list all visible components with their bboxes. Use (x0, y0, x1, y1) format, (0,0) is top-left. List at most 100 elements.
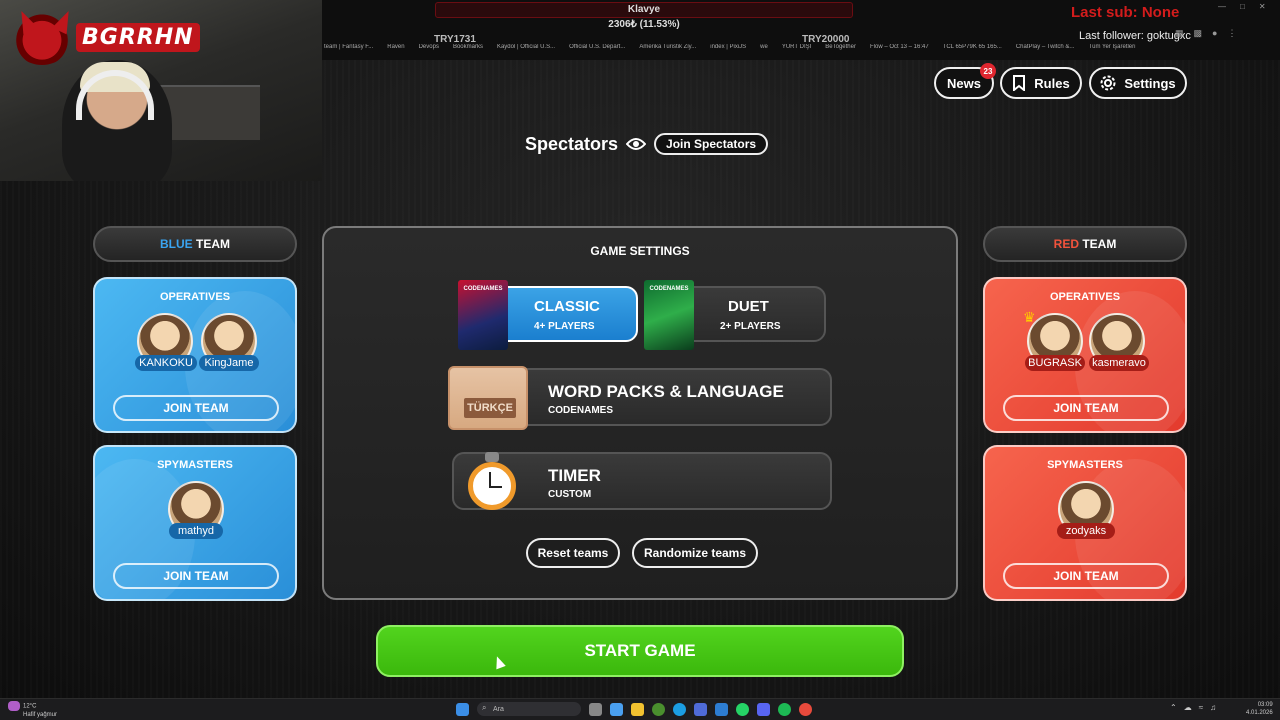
rules-label: Rules (1034, 75, 1070, 91)
file-explorer-icon[interactable] (631, 702, 644, 716)
maximize-icon[interactable]: □ (1240, 2, 1245, 11)
bookmarks-bar: team | Fantasy F... Raven Devops Bookmar… (322, 44, 1280, 56)
bookmark-item[interactable]: ChatPlay – Twitch &... (1016, 44, 1075, 56)
rules-button[interactable]: Rules (1000, 67, 1082, 99)
bookmark-item[interactable]: Raven (387, 44, 404, 56)
bookmark-item[interactable]: Flow – Oct 13 – 16:47 (870, 44, 929, 56)
bookmark-item[interactable]: Bookmarks (453, 44, 483, 56)
bookmark-item[interactable]: index | PixiJS (710, 44, 746, 56)
task-view-icon[interactable] (589, 702, 602, 716)
bookmark-item[interactable]: Devops (419, 44, 439, 56)
menu-icon[interactable]: ⋮ (1227, 28, 1236, 39)
close-icon[interactable]: ✕ (1259, 2, 1266, 11)
red-operative-name: BUGRASK (1025, 355, 1085, 371)
randomize-teams-button[interactable]: Randomize teams (632, 538, 758, 568)
start-game-button[interactable]: START GAME (376, 625, 904, 677)
profile-icon[interactable]: ● (1212, 28, 1217, 39)
volume-icon[interactable]: ♫ (1210, 703, 1216, 712)
bookmark-item[interactable]: team | Fantasy F... (324, 44, 373, 56)
join-spectators-button[interactable]: Join Spectators (654, 133, 769, 155)
blue-operatives-join-button[interactable]: JOIN TEAM (113, 395, 279, 421)
spotify-icon[interactable] (778, 702, 791, 716)
blue-spymasters-join-button[interactable]: JOIN TEAM (113, 563, 279, 589)
puzzle-icon[interactable]: ▩ (1194, 28, 1203, 39)
bookmark-item[interactable]: we (760, 44, 768, 56)
mail-icon[interactable] (715, 702, 728, 716)
chevron-up-icon[interactable]: ⌃ (1170, 703, 1177, 712)
channel-logo-text: BGRRHN (76, 23, 200, 52)
clock-date: 4.01.2026 (1246, 710, 1273, 716)
taskbar-search[interactable]: Ara (477, 702, 581, 716)
reset-teams-button[interactable]: Reset teams (526, 538, 620, 568)
language-crate-icon: TÜRKÇE (448, 366, 528, 430)
weather-temp: 12°C (23, 703, 37, 710)
bookmark-item[interactable]: Amerika Turistik Ziy... (639, 44, 696, 56)
game-settings-panel: GAME SETTINGS CLASSIC 4+ PLAYERS CODENAM… (322, 226, 958, 600)
windows-taskbar: 12°C Hafif yağmur Ara ⌃ ☁ ≈ ♫ 03:09 4.01… (0, 698, 1280, 720)
red-operatives-join-button[interactable]: JOIN TEAM (1003, 395, 1169, 421)
red-operative-name: kasmeravo (1089, 355, 1149, 371)
bookmark-item[interactable]: YURT DIŞI (782, 44, 811, 56)
chrome-icon[interactable] (652, 702, 665, 716)
stopwatch-icon (466, 452, 518, 510)
duet-box-label: CODENAMES (649, 286, 689, 292)
blue-spymasters-card: SPYMASTERS mathyd JOIN TEAM (93, 445, 297, 601)
word-packs-button[interactable]: TÜRKÇE WORD PACKS & LANGUAGE CODENAMES (448, 366, 832, 430)
eye-icon (626, 138, 647, 150)
obs-icon[interactable] (799, 702, 812, 716)
system-tray: ⌃ ☁ ≈ ♫ (1170, 703, 1216, 712)
clock-time: 03:09 (1257, 702, 1273, 708)
taskbar-apps: Ara (456, 702, 812, 716)
bookmark-item[interactable]: Official U.S. Depart... (569, 44, 625, 56)
red-operatives-title: OPERATIVES (1049, 291, 1121, 303)
duet-mode-name: DUET (728, 298, 769, 315)
red-team-color-word: RED (1053, 237, 1079, 251)
bookmark-item[interactable]: TCL 65P79K 65 165... (943, 44, 1002, 56)
browser-extensions: ▦ ▩ ● ⋮ (1175, 28, 1236, 39)
minimize-icon[interactable]: — (1218, 2, 1226, 11)
weather-icon (8, 701, 20, 711)
settings-button[interactable]: Settings (1089, 67, 1187, 99)
copilot-icon[interactable] (610, 702, 623, 716)
weather-widget[interactable]: 12°C Hafif yağmur (8, 701, 57, 719)
blue-spymaster-name: mathyd (169, 523, 223, 539)
timer-button[interactable]: TIMER CUSTOM (452, 452, 832, 510)
whatsapp-icon[interactable] (736, 702, 749, 716)
red-operatives-card: OPERATIVES ♛ BUGRASK kasmeravo JOIN TEAM (983, 277, 1187, 433)
weather-desc: Hafif yağmur (23, 712, 58, 718)
timer-title: TIMER (548, 466, 601, 485)
goal-amount: 2306₺ (11.53%) (608, 19, 680, 30)
spectators-label: Spectators (525, 133, 619, 154)
system-clock[interactable]: 03:09 4.01.2026 (1246, 701, 1273, 717)
wifi-icon[interactable]: ≈ (1199, 703, 1203, 712)
edge-icon[interactable] (673, 702, 686, 716)
duet-mode-players: 2+ PLAYERS (720, 321, 781, 332)
red-spymaster-name: zodyaks (1057, 523, 1115, 539)
blue-team-word: TEAM (196, 237, 230, 251)
language-label: TÜRKÇE (464, 398, 516, 418)
classic-mode-players: 4+ PLAYERS (534, 321, 595, 332)
windows-start-icon[interactable] (456, 702, 469, 716)
classic-box-art: CODENAMES (458, 280, 508, 350)
bookmark-item[interactable]: Tüm Yer İşaretleri (1088, 44, 1135, 56)
store-icon[interactable] (694, 702, 707, 716)
red-spymasters-join-button[interactable]: JOIN TEAM (1003, 563, 1169, 589)
last-sub-label: Last sub: None (1071, 4, 1180, 21)
word-packs-title: WORD PACKS & LANGUAGE (548, 382, 784, 401)
red-team-word: TEAM (1082, 237, 1117, 251)
window-controls: — □ ✕ (1218, 2, 1266, 11)
discord-icon[interactable] (757, 702, 770, 716)
bookmark-item[interactable]: BeTogether (825, 44, 856, 56)
spectators-section: Spectators Join Spectators (525, 133, 769, 155)
extension-icon[interactable]: ▦ (1175, 28, 1184, 39)
blue-operatives-card: OPERATIVES KANKOKU KingJame JOIN TEAM (93, 277, 297, 433)
cloud-icon[interactable]: ☁ (1184, 703, 1192, 712)
bookmark-item[interactable]: Kaydol | Official U.S... (497, 44, 555, 56)
gear-icon (1100, 75, 1116, 91)
settings-label: Settings (1124, 75, 1176, 91)
news-button[interactable]: News 23 (934, 63, 996, 99)
blue-operatives-title: OPERATIVES (159, 291, 231, 303)
timer-subtitle: CUSTOM (548, 489, 592, 500)
game-settings-title: GAME SETTINGS (590, 244, 690, 258)
channel-logo: BGRRHN (12, 10, 200, 65)
